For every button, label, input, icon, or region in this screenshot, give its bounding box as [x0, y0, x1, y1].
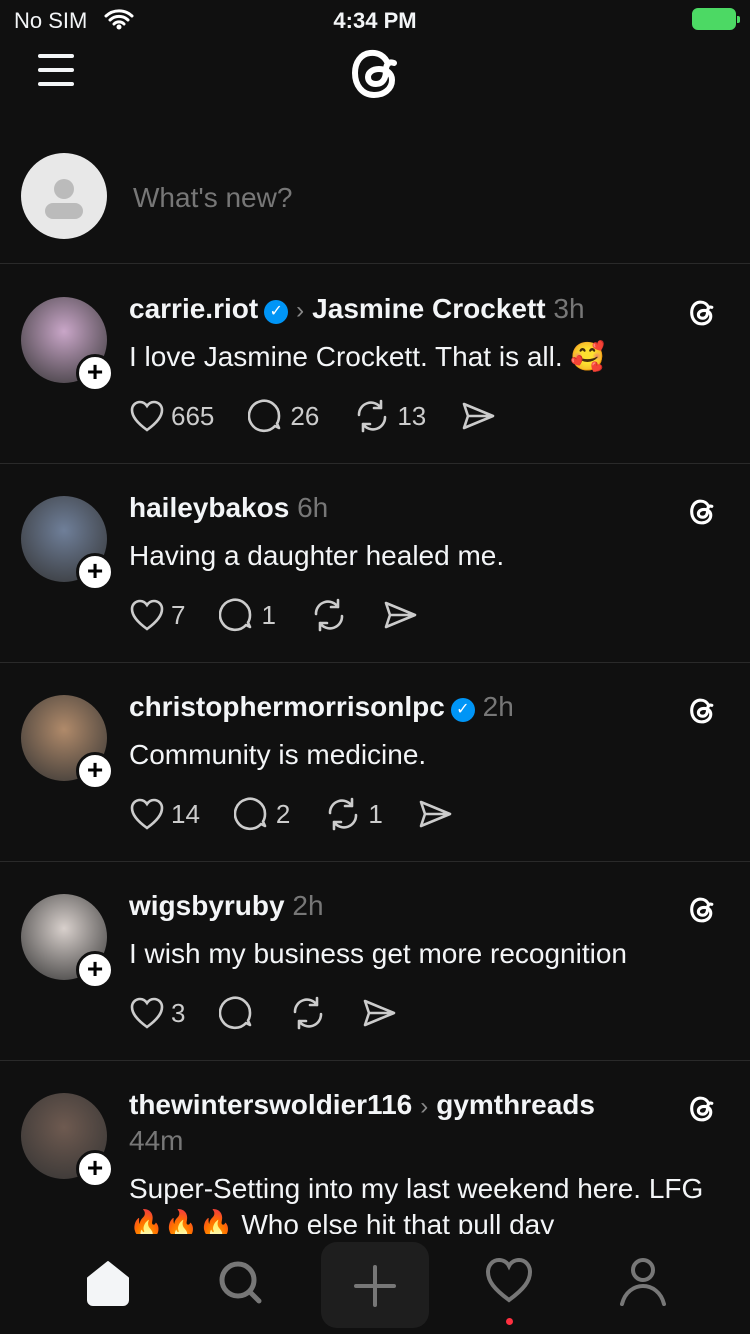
threads-icon[interactable]	[686, 1091, 718, 1125]
menu-icon[interactable]	[38, 54, 74, 96]
post-time: 2h	[482, 691, 514, 722]
avatar-placeholder[interactable]	[21, 153, 107, 239]
notification-dot	[506, 1318, 513, 1325]
username[interactable]: christophermorrisonlpc	[129, 691, 445, 722]
repost-button[interactable]: 1	[324, 796, 383, 832]
thread-post[interactable]: + carrie.riot ✓ › Jasmine Crockett 3h I lov…	[0, 265, 750, 464]
verified-badge-icon: ✓	[450, 698, 475, 722]
share-button[interactable]	[417, 798, 453, 830]
heart-button[interactable]: 3	[129, 996, 185, 1030]
share-button[interactable]	[460, 400, 496, 432]
share-icon[interactable]	[417, 798, 453, 830]
compose-placeholder[interactable]: What's new?	[133, 182, 292, 214]
repost-count: 13	[397, 400, 427, 431]
search-icon[interactable]	[216, 1256, 266, 1308]
follow-plus-icon[interactable]: +	[76, 553, 114, 591]
repost-button[interactable]	[310, 597, 348, 633]
post-time: 44m	[129, 1125, 184, 1156]
repost-icon[interactable]	[310, 597, 348, 633]
post-time: 6h	[297, 492, 329, 523]
reply-count: 1	[261, 599, 276, 630]
post-text: I love Jasmine Crockett. That is all. 🥰	[129, 341, 606, 372]
username[interactable]: thewinterswoldier116	[129, 1089, 412, 1120]
reply-button[interactable]: 2	[233, 796, 291, 832]
share-icon[interactable]	[460, 400, 496, 432]
new-thread-button[interactable]	[321, 1242, 429, 1328]
follow-plus-icon[interactable]: +	[76, 1150, 114, 1188]
post-time: 2h	[292, 890, 324, 921]
threads-icon[interactable]	[686, 693, 718, 727]
share-button[interactable]	[361, 997, 397, 1029]
reply-button[interactable]: 26	[248, 398, 319, 434]
reply-icon[interactable]	[248, 398, 284, 434]
home-icon[interactable]	[84, 1256, 132, 1308]
tab-bar	[0, 1234, 750, 1334]
repost-icon[interactable]	[289, 995, 327, 1031]
post-text: I wish my business get more recognition	[129, 938, 627, 969]
reply-to[interactable]: Jasmine Crockett	[312, 293, 545, 324]
heart-count: 665	[171, 400, 215, 431]
heart-button[interactable]: 7	[129, 598, 185, 632]
heart-count: 7	[171, 599, 186, 630]
heart-button[interactable]: 14	[129, 797, 200, 831]
reply-button[interactable]: 1	[219, 597, 276, 633]
like-icon[interactable]	[129, 399, 165, 433]
username[interactable]: wigsbyruby	[129, 890, 285, 921]
username[interactable]: carrie.riot	[129, 293, 258, 324]
reply-icon[interactable]	[219, 995, 255, 1031]
threads-icon[interactable]	[686, 494, 718, 528]
post-text: Community is medicine.	[129, 739, 427, 770]
follow-plus-icon[interactable]: +	[76, 752, 114, 790]
post-time: 3h	[553, 293, 585, 324]
reply-count: 26	[290, 400, 320, 431]
share-icon[interactable]	[361, 997, 397, 1029]
heart-count: 14	[171, 798, 200, 829]
username[interactable]: haileybakos	[129, 492, 289, 523]
repost-count: 1	[368, 798, 383, 829]
threads-icon[interactable]	[686, 295, 718, 329]
share-icon[interactable]	[382, 599, 418, 631]
reply-to[interactable]: gymthreads	[436, 1089, 595, 1120]
post-text: Having a daughter healed me.	[129, 540, 505, 571]
like-icon[interactable]	[129, 598, 165, 632]
reply-count: 2	[275, 798, 291, 829]
follow-plus-icon[interactable]: +	[76, 354, 114, 392]
heart-button[interactable]: 665	[129, 399, 214, 433]
activity-icon[interactable]	[484, 1256, 534, 1306]
profile-icon[interactable]	[618, 1256, 668, 1308]
thread-post[interactable]: + christophermorrisonlpc ✓ 2h Community i…	[0, 663, 750, 862]
verified-badge-icon: ✓	[264, 300, 289, 324]
chevron-right-icon: ›	[420, 1093, 429, 1120]
like-icon[interactable]	[129, 797, 165, 831]
reply-icon[interactable]	[233, 796, 270, 832]
clock: 4:34 PM	[333, 8, 417, 33]
post-text: Super-Setting into my last weekend here.…	[129, 1173, 704, 1234]
threads-logo[interactable]	[344, 40, 406, 104]
like-icon[interactable]	[129, 996, 165, 1030]
thread-post[interactable]: + wigsbyruby 2h I wish my business get m…	[0, 862, 750, 1061]
feed[interactable]: + carrie.riot ✓ › Jasmine Crockett 3h I lov…	[0, 265, 750, 1234]
status-bar: No SIM 4:34 PM	[0, 0, 750, 40]
threads-icon[interactable]	[686, 892, 718, 926]
reply-button[interactable]	[219, 995, 255, 1031]
chevron-right-icon: ›	[296, 297, 305, 324]
repost-icon[interactable]	[324, 796, 362, 832]
repost-button[interactable]	[289, 995, 327, 1031]
new-thread-composer[interactable]: What's new?	[0, 150, 750, 264]
heart-count: 3	[171, 997, 186, 1028]
reply-icon[interactable]	[219, 597, 255, 633]
battery-charging-icon	[692, 8, 740, 30]
repost-icon[interactable]	[353, 398, 391, 434]
share-button[interactable]	[382, 599, 418, 631]
plus-icon	[354, 1265, 396, 1307]
thread-post[interactable]: + haileybakos 6h Having a daughter heale…	[0, 464, 750, 663]
repost-button[interactable]: 13	[353, 398, 426, 434]
thread-post[interactable]: + thewinterswoldier116 › gymthreads 44m Su…	[0, 1061, 750, 1234]
follow-plus-icon[interactable]: +	[76, 951, 114, 989]
